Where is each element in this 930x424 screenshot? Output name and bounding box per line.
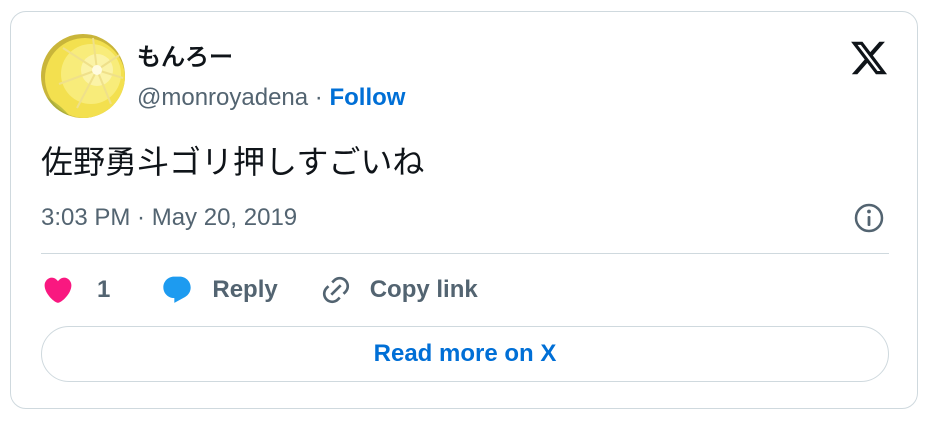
avatar-lemon-image bbox=[41, 34, 125, 118]
display-name[interactable]: もんろー bbox=[137, 42, 233, 74]
handle-separator: · bbox=[308, 84, 330, 111]
reply-bubble-icon bbox=[160, 274, 194, 306]
x-logo-icon[interactable] bbox=[849, 38, 889, 78]
action-bar: 1 Reply Copy link bbox=[41, 270, 478, 310]
like-button[interactable]: 1 bbox=[41, 274, 110, 306]
copy-link-button[interactable]: Copy link bbox=[320, 274, 478, 306]
info-icon[interactable] bbox=[853, 202, 885, 234]
avatar[interactable] bbox=[41, 34, 125, 118]
read-more-button[interactable]: Read more on X bbox=[41, 326, 889, 382]
user-handle[interactable]: @monroyadena bbox=[137, 84, 308, 111]
link-icon bbox=[320, 274, 352, 306]
like-count: 1 bbox=[97, 276, 111, 303]
reply-label: Reply bbox=[212, 276, 278, 303]
follow-button[interactable]: Follow bbox=[329, 84, 405, 111]
tweet-card: もんろー @monroyadena · Follow 佐野勇斗ゴリ押しすごいね … bbox=[10, 11, 918, 409]
tweet-timestamp[interactable]: 3:03 PM · May 20, 2019 bbox=[41, 202, 297, 234]
reply-button[interactable]: Reply bbox=[160, 274, 278, 306]
copy-link-label: Copy link bbox=[369, 276, 478, 303]
heart-icon bbox=[41, 274, 75, 306]
divider bbox=[41, 253, 889, 254]
tweet-text: 佐野勇斗ゴリ押しすごいね bbox=[41, 143, 425, 181]
handle-row: @monroyadena · Follow bbox=[137, 82, 405, 114]
